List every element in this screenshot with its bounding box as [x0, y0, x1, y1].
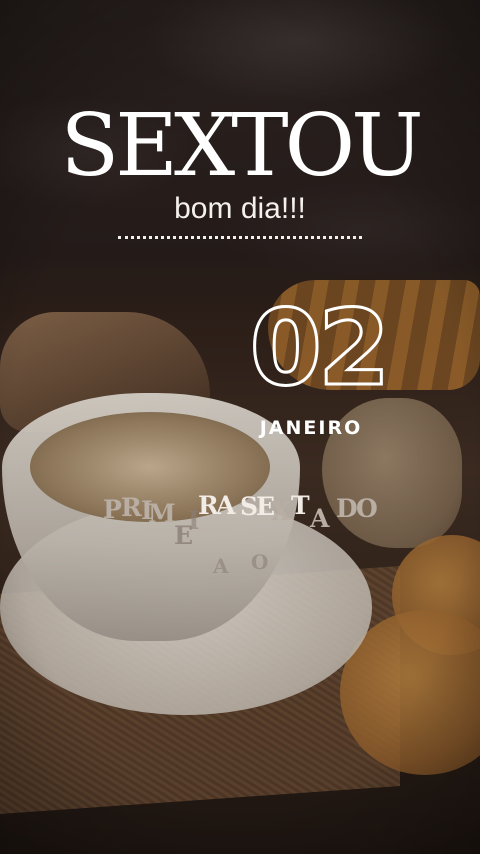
- caption-letter: D: [336, 494, 358, 523]
- dotted-divider: [118, 236, 362, 239]
- caption-letter: T: [291, 491, 310, 520]
- greeting-text: bom dia!!!: [174, 192, 306, 225]
- caption-letter: X: [271, 497, 291, 526]
- title-sextou: SEXTOU: [60, 96, 423, 196]
- caption-letter: A: [216, 491, 236, 520]
- date-day: 02: [248, 287, 392, 409]
- date-month: JANEIRO: [259, 417, 363, 439]
- caption-letter: P: [103, 495, 122, 524]
- caption-letter: A: [213, 554, 229, 578]
- caption-letter: A: [310, 504, 330, 533]
- story-canvas: SEXTOU bom dia!!! 02 JANEIRO P R I M E I…: [0, 0, 480, 854]
- caption-letter: O: [356, 494, 378, 523]
- caption-letter: O: [251, 550, 269, 574]
- caption-letter: R: [121, 493, 142, 522]
- caption-letter: M: [148, 499, 176, 528]
